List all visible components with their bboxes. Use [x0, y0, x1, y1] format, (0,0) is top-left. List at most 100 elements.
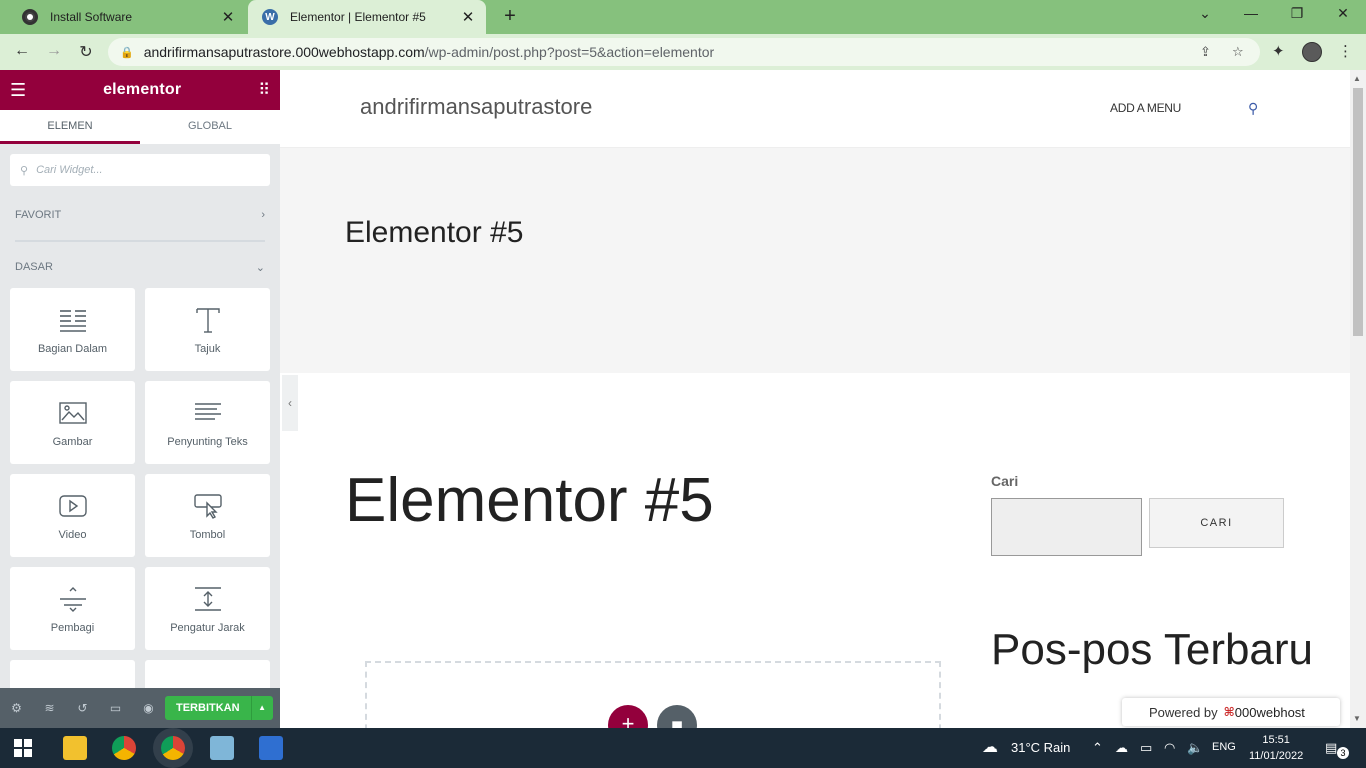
chevron-down-icon: ⌄: [255, 261, 265, 274]
search-widget-label: Cari: [991, 473, 1019, 489]
notes-app-icon[interactable]: [210, 736, 234, 760]
powered-by-badge[interactable]: Powered by ⌘ 000webhost: [1122, 698, 1340, 726]
widget-heading[interactable]: Tajuk: [145, 288, 270, 371]
minimize-icon[interactable]: —: [1241, 5, 1261, 21]
widget-search-input[interactable]: ⚲ Cari Widget...: [10, 154, 270, 186]
search-widget-input[interactable]: [991, 498, 1142, 556]
url-text: andrifirmansaputrastore.000webhostapp.co…: [143, 44, 715, 60]
search-placeholder: Cari Widget...: [36, 164, 103, 176]
widget-inner-section[interactable]: Bagian Dalam: [10, 288, 135, 371]
language-indicator[interactable]: ENG: [1212, 741, 1236, 753]
photos-app-icon[interactable]: [259, 736, 283, 760]
widget-label: Tajuk: [194, 342, 221, 355]
battery-icon[interactable]: ▭: [1140, 740, 1152, 756]
widget-spacer[interactable]: Pengatur Jarak: [145, 567, 270, 650]
clock-date: 11/01/2022: [1249, 750, 1304, 762]
publish-button[interactable]: TERBITKAN ▲: [165, 696, 273, 720]
bookmark-star-icon[interactable]: ☆: [1232, 44, 1244, 60]
back-icon[interactable]: ←: [12, 42, 32, 60]
tab-elemen[interactable]: ELEMEN: [0, 110, 140, 144]
elementor-logo: elementor: [103, 81, 182, 98]
tab-global[interactable]: GLOBAL: [140, 110, 280, 144]
webhost-brand: 000webhost: [1234, 704, 1305, 720]
elementor-panel: ☰ elementor ⠿ ELEMEN GLOBAL ⚲ Cari Widge…: [0, 70, 280, 728]
caret-up-icon[interactable]: ▲: [250, 696, 273, 720]
tab-search-icon[interactable]: ⌄: [1195, 5, 1215, 22]
chrome-tab-icon: [22, 9, 38, 25]
clock-time: 15:51: [1262, 734, 1290, 746]
windows-start-icon[interactable]: [14, 739, 32, 757]
preview-eye-icon[interactable]: ◉: [132, 701, 165, 715]
heading-icon: [195, 307, 220, 333]
divider-icon: [59, 586, 86, 612]
widget-label: Gambar: [52, 435, 93, 448]
scroll-down-arrow-icon[interactable]: ▼: [1353, 714, 1361, 723]
settings-gear-icon[interactable]: ⚙: [0, 701, 33, 715]
forward-icon[interactable]: →: [44, 42, 64, 60]
weather-cloud-icon[interactable]: ☁: [982, 737, 998, 757]
address-bar[interactable]: 🔒 andrifirmansaputrastore.000webhostapp.…: [108, 38, 1260, 66]
scroll-thumb[interactable]: [1353, 88, 1363, 336]
panel-tabs: ELEMEN GLOBAL: [0, 110, 280, 144]
search-icon[interactable]: ⚲: [1248, 100, 1258, 117]
hero-title: Elementor #5: [345, 216, 524, 249]
widget-grid: Bagian Dalam Tajuk Gambar Penyunting Tek…: [0, 282, 280, 728]
site-header: andrifirmansaputrastore ADD A MENU ⚲: [280, 70, 1350, 148]
responsive-mode-icon[interactable]: ▭: [99, 701, 132, 715]
chevron-right-icon: ›: [261, 209, 265, 221]
image-icon: [58, 401, 87, 424]
widget-label: Pembagi: [50, 621, 95, 634]
system-clock[interactable]: 15:51 11/01/2022: [1249, 732, 1303, 764]
add-menu-link[interactable]: ADD A MENU: [1110, 101, 1181, 115]
video-icon: [58, 494, 87, 517]
weather-text[interactable]: 31°C Rain: [1011, 740, 1070, 755]
widgets-grid-icon[interactable]: ⠿: [258, 80, 270, 100]
close-tab-icon[interactable]: ✕: [460, 8, 476, 26]
recent-posts-title: Pos-pos Terbaru: [991, 625, 1314, 674]
profile-avatar[interactable]: [1302, 42, 1322, 62]
wifi-icon[interactable]: ◠: [1164, 740, 1175, 756]
widget-divider[interactable]: Pembagi: [10, 567, 135, 650]
volume-icon[interactable]: 🔈: [1187, 740, 1203, 756]
extensions-puzzle-icon[interactable]: ✦: [1272, 42, 1285, 60]
panel-footer: ⚙ ≋ ↺ ▭ ◉ TERBITKAN ▲: [0, 688, 280, 728]
widget-label: Penyunting Teks: [167, 435, 248, 448]
chrome-menu-icon[interactable]: ⋮: [1338, 42, 1353, 60]
new-tab-button[interactable]: +: [500, 5, 520, 28]
close-window-icon[interactable]: ✕: [1333, 5, 1353, 22]
widget-label: Video: [58, 528, 87, 541]
category-basic[interactable]: DASAR ⌄: [0, 252, 280, 282]
chrome-active-icon[interactable]: [161, 736, 185, 760]
widget-video[interactable]: Video: [10, 474, 135, 557]
button-icon: [193, 493, 222, 519]
tab-elementor[interactable]: W Elementor | Elementor #5 ✕: [248, 0, 486, 34]
search-widget-button[interactable]: CARI: [1149, 498, 1284, 548]
widget-text-editor[interactable]: Penyunting Teks: [145, 381, 270, 464]
empty-section-dropzone[interactable]: [365, 661, 941, 728]
category-label: DASAR: [15, 261, 53, 273]
widget-image[interactable]: Gambar: [10, 381, 135, 464]
collapse-panel-handle[interactable]: ‹: [282, 375, 298, 431]
close-tab-icon[interactable]: ✕: [220, 8, 236, 26]
hamburger-menu-icon[interactable]: ☰: [10, 80, 26, 101]
chrome-icon[interactable]: [112, 736, 136, 760]
show-hidden-icons-chevron-icon[interactable]: ⌃: [1092, 740, 1103, 756]
restore-icon[interactable]: ❐: [1287, 5, 1307, 22]
share-icon[interactable]: ⇪: [1200, 44, 1211, 60]
file-explorer-icon[interactable]: [63, 736, 87, 760]
page-title[interactable]: Elementor #5: [345, 465, 714, 536]
scroll-up-arrow-icon[interactable]: ▲: [1353, 74, 1361, 83]
lock-icon[interactable]: 🔒: [120, 46, 134, 59]
navigator-layers-icon[interactable]: ≋: [33, 701, 66, 715]
site-title[interactable]: andrifirmansaputrastore: [360, 94, 592, 120]
history-icon[interactable]: ↺: [66, 701, 99, 715]
category-favorites[interactable]: FAVORIT ›: [0, 200, 280, 230]
reload-icon[interactable]: ↻: [76, 42, 96, 62]
notification-center-icon[interactable]: ▤: [1325, 740, 1337, 756]
onedrive-icon[interactable]: ☁: [1115, 740, 1128, 756]
widget-button[interactable]: Tombol: [145, 474, 270, 557]
tab-install-software[interactable]: Install Software ✕: [8, 0, 246, 34]
page-scrollbar[interactable]: ▲ ▼: [1350, 70, 1366, 728]
powered-by-text: Powered by: [1149, 704, 1218, 720]
widget-label: Tombol: [189, 528, 226, 541]
